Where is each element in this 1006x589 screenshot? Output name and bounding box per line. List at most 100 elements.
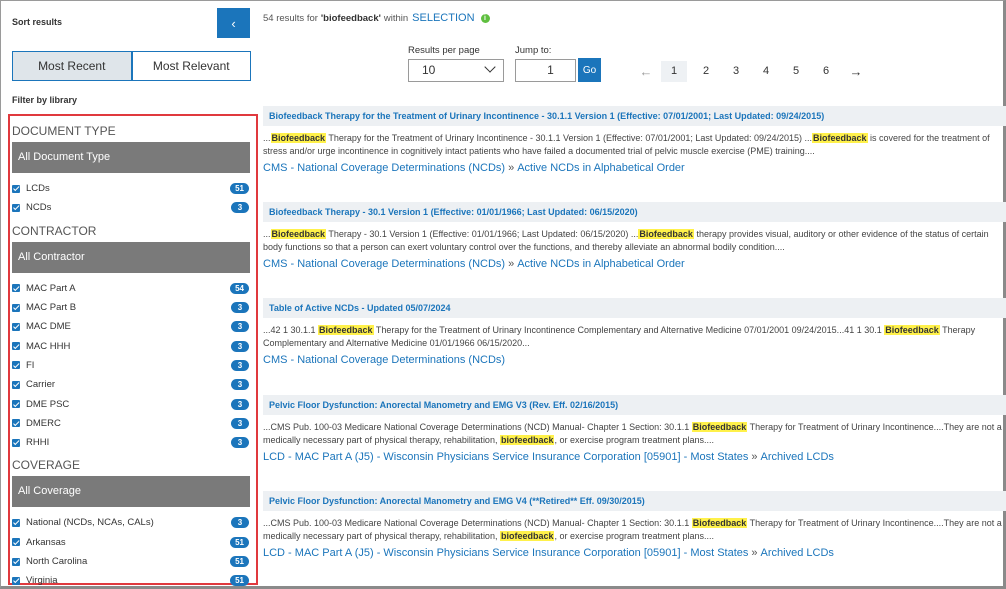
filter-by-library-title: Filter by library xyxy=(12,95,78,105)
filter-item[interactable]: NCDs 3 xyxy=(12,198,250,217)
filter-count-badge: 51 xyxy=(230,575,249,587)
sort-results-title: Sort results xyxy=(12,17,63,27)
result-title-link[interactable]: Biofeedback Therapy - 30.1 Version 1 (Ef… xyxy=(263,202,1006,222)
checkbox-checked-icon[interactable] xyxy=(12,438,20,447)
filter-count-badge: 3 xyxy=(231,302,249,314)
snippet-text: Therapy - 30.1 Version 1 (Effective: 01/… xyxy=(326,229,639,239)
filter-item-label: Virginia xyxy=(26,575,58,587)
result-snippet: ...CMS Pub. 100-03 Medicare National Cov… xyxy=(263,517,1003,542)
filter-item[interactable]: National (NCDs, NCAs, CALs) 3 xyxy=(12,513,250,532)
filter-item-label: National (NCDs, NCAs, CALs) xyxy=(26,517,154,529)
snippet-text: ...CMS Pub. 100-03 Medicare National Cov… xyxy=(263,422,692,432)
highlighted-term: Biofeedback xyxy=(812,133,868,143)
filter-item[interactable]: DMERC 3 xyxy=(12,414,250,433)
breadcrumb-link[interactable]: Active NCDs in Alphabetical Order xyxy=(517,258,685,270)
filter-group-all-toggle[interactable]: All Document Type xyxy=(12,142,250,173)
breadcrumb-link[interactable]: Active NCDs in Alphabetical Order xyxy=(517,162,685,174)
page-number-link[interactable]: 6 xyxy=(811,61,841,82)
sort-most-relevant-tab[interactable]: Most Relevant xyxy=(131,51,251,81)
filter-item-label: NCDs xyxy=(26,202,52,214)
checkbox-checked-icon[interactable] xyxy=(12,322,20,331)
chevron-down-icon xyxy=(484,61,496,73)
highlighted-term: biofeedback xyxy=(499,530,555,541)
highlighted-term: Biofeedback xyxy=(638,229,694,239)
filter-count-badge: 3 xyxy=(231,379,249,391)
highlighted-term: Biofeedback xyxy=(691,422,748,432)
filter-group-all-toggle[interactable]: All Contractor xyxy=(12,241,250,273)
results-per-page-label: Results per page xyxy=(408,45,480,56)
result-title-link[interactable]: Pelvic Floor Dysfunction: Anorectal Mano… xyxy=(263,395,1006,415)
breadcrumb-link[interactable]: CMS - National Coverage Determinations (… xyxy=(263,162,505,174)
go-button[interactable]: Go xyxy=(578,58,601,82)
highlighted-term: Biofeedback xyxy=(270,133,327,143)
highlighted-term: Biofeedback xyxy=(884,325,940,335)
result-title-link[interactable]: Pelvic Floor Dysfunction: Anorectal Mano… xyxy=(263,491,1006,511)
next-page-arrow-icon[interactable]: → xyxy=(841,61,871,82)
jump-to-input[interactable]: 1 xyxy=(515,59,576,82)
filter-item[interactable]: MAC Part B 3 xyxy=(12,298,250,317)
checkbox-checked-icon[interactable] xyxy=(12,342,20,351)
search-result: Biofeedback Therapy - 30.1 Version 1 (Ef… xyxy=(263,202,1006,270)
filter-item[interactable]: RHHI 3 xyxy=(12,433,250,452)
breadcrumb-separator-icon: » xyxy=(508,162,515,174)
info-icon[interactable]: i xyxy=(480,13,490,23)
checkbox-checked-icon[interactable] xyxy=(12,419,20,428)
breadcrumb-link[interactable]: LCD - MAC Part A (J5) - Wisconsin Physic… xyxy=(263,547,748,559)
filter-group-all-toggle[interactable]: All Coverage xyxy=(12,476,250,508)
filter-item[interactable]: Arkansas 51 xyxy=(12,533,250,552)
library-filter-panel: Document Type All Document Type LCDs 51 NCDs… xyxy=(8,114,258,587)
sort-most-recent-tab[interactable]: Most Recent xyxy=(12,51,132,81)
checkbox-checked-icon[interactable] xyxy=(12,557,20,566)
filter-item[interactable]: LCDs 51 xyxy=(12,179,250,198)
result-title-link[interactable]: Biofeedback Therapy for the Treatment of… xyxy=(263,106,1006,126)
result-title-link[interactable]: Table of Active NCDs - Updated 05/07/202… xyxy=(263,298,1006,318)
filter-count-badge: 3 xyxy=(231,202,249,214)
previous-page-arrow-icon[interactable]: ← xyxy=(631,61,661,82)
filter-item[interactable]: MAC Part A 54 xyxy=(12,279,250,298)
filter-count-badge: 3 xyxy=(231,437,249,449)
checkbox-checked-icon[interactable] xyxy=(12,284,20,293)
checkbox-checked-icon[interactable] xyxy=(12,203,20,212)
checkbox-checked-icon[interactable] xyxy=(12,576,20,585)
filter-item[interactable]: North Carolina 51 xyxy=(12,552,250,571)
results-summary: 54 results for 'biofeedback' within SELE… xyxy=(263,12,490,24)
collapse-sidebar-button[interactable]: ‹ xyxy=(217,8,250,38)
checkbox-checked-icon[interactable] xyxy=(12,380,20,389)
filter-item-label: RHHI xyxy=(26,437,50,449)
breadcrumb-link[interactable]: CMS - National Coverage Determinations (… xyxy=(263,354,505,366)
filter-item[interactable]: Virginia 51 xyxy=(12,571,250,589)
page-number-link[interactable]: 3 xyxy=(721,61,751,82)
results-per-page-select[interactable]: 10 xyxy=(408,59,504,82)
breadcrumb-separator-icon: » xyxy=(751,547,758,559)
breadcrumb-link[interactable]: CMS - National Coverage Determinations (… xyxy=(263,258,505,270)
filter-item[interactable]: DME PSC 3 xyxy=(12,394,250,413)
checkbox-checked-icon[interactable] xyxy=(12,400,20,409)
checkbox-checked-icon[interactable] xyxy=(12,361,20,370)
snippet-text: , or exercise program treatment plans...… xyxy=(554,434,715,445)
snippet-text: Therapy for the Treatment of Urinary Inc… xyxy=(326,133,813,143)
page-number-link[interactable]: 4 xyxy=(751,61,781,82)
filter-item[interactable]: FI 3 xyxy=(12,356,250,375)
filter-count-badge: 3 xyxy=(231,359,249,371)
breadcrumb-link[interactable]: Archived LCDs xyxy=(761,451,834,463)
filter-count-badge: 51 xyxy=(230,183,249,195)
filter-item[interactable]: MAC HHH 3 xyxy=(12,336,250,355)
checkbox-checked-icon[interactable] xyxy=(12,184,20,193)
checkbox-checked-icon[interactable] xyxy=(12,518,20,527)
page-number-link[interactable]: 2 xyxy=(691,61,721,82)
filter-item[interactable]: MAC DME 3 xyxy=(12,317,250,336)
search-result: Pelvic Floor Dysfunction: Anorectal Mano… xyxy=(263,491,1006,559)
checkbox-checked-icon[interactable] xyxy=(12,303,20,312)
breadcrumb-link[interactable]: Archived LCDs xyxy=(761,547,834,559)
breadcrumb-link[interactable]: LCD - MAC Part A (J5) - Wisconsin Physic… xyxy=(263,451,748,463)
snippet-text: Therapy for the Treatment of Urinary Inc… xyxy=(373,325,885,335)
page-number-link[interactable]: 1 xyxy=(661,61,687,82)
filter-item[interactable]: Carrier 3 xyxy=(12,375,250,394)
checkbox-checked-icon[interactable] xyxy=(12,538,20,547)
filter-count-badge: 3 xyxy=(231,517,249,529)
filter-item-label: DMERC xyxy=(26,417,61,429)
breadcrumb-separator-icon: » xyxy=(508,258,515,270)
page-number-link[interactable]: 5 xyxy=(781,61,811,82)
snippet-text: , or exercise program treatment plans...… xyxy=(554,530,715,541)
selection-link[interactable]: SELECTION xyxy=(412,12,474,24)
